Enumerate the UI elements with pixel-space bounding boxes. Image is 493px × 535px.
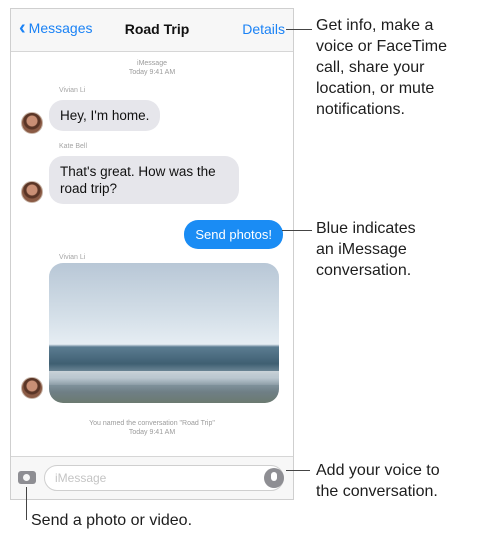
message-input-bar: iMessage: [11, 456, 293, 499]
avatar: [21, 377, 43, 399]
sender-name: Vivian Li: [59, 87, 86, 94]
thread-header: iMessage Today 9:41 AM: [11, 59, 293, 77]
avatar: [21, 181, 43, 203]
callout-line-blue: [282, 230, 312, 231]
callout-line-voice: [286, 470, 310, 471]
outgoing-message[interactable]: Send photos!: [184, 220, 283, 249]
photo-message[interactable]: [49, 263, 279, 403]
callout-line-details: [286, 29, 312, 30]
service-label: iMessage: [137, 60, 167, 67]
avatar: [21, 112, 43, 134]
rename-notice: You named the conversation "Road Trip" T…: [11, 419, 293, 437]
sender-name: Vivian Li: [59, 254, 86, 261]
camera-icon[interactable]: [18, 471, 36, 484]
rename-text: You named the conversation "Road Trip": [89, 420, 215, 427]
callout-photo: Send a photo or video.: [31, 512, 193, 529]
microphone-icon[interactable]: [264, 468, 284, 488]
message-input[interactable]: iMessage: [44, 465, 284, 491]
callout-line-photo: [26, 487, 27, 520]
rename-timestamp: Today 9:41 AM: [128, 429, 176, 436]
details-button[interactable]: Details: [242, 21, 285, 37]
incoming-message[interactable]: That's great. How was the road trip?: [49, 156, 239, 204]
navigation-bar: ‹ Messages Road Trip Details: [11, 9, 293, 52]
callout-voice: Add your voice to the conversation.: [316, 462, 440, 500]
phone-screen: ‹ Messages Road Trip Details iMessage To…: [10, 8, 294, 500]
callout-blue: Blue indicates an iMessage conversation.: [316, 220, 416, 279]
photo-wave: [49, 371, 279, 385]
incoming-message[interactable]: Hey, I'm home.: [49, 100, 161, 131]
callout-details: Get info, make a voice or FaceTime call,…: [316, 17, 447, 118]
sender-name: Kate Bell: [59, 143, 88, 150]
thread-timestamp: Today 9:41 AM: [128, 69, 176, 76]
